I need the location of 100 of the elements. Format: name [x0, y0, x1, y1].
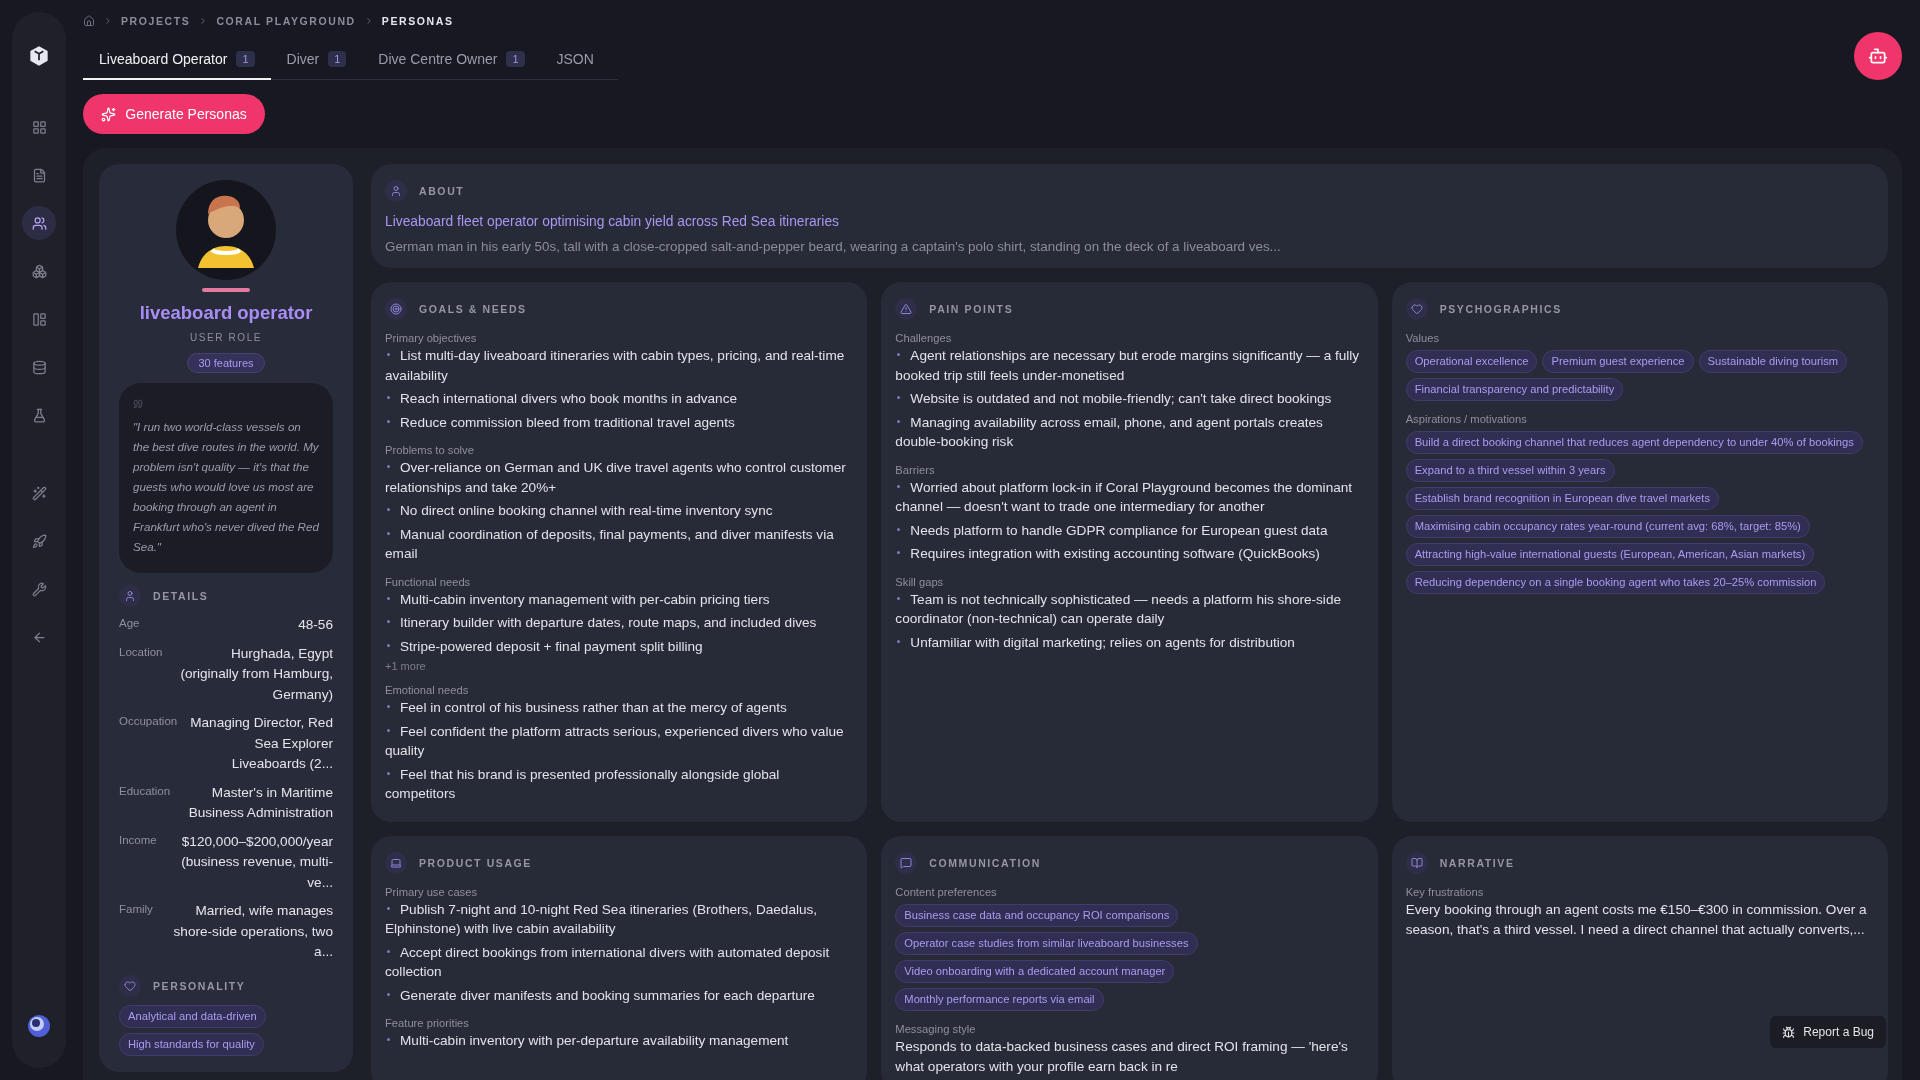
bullet-icon — [897, 396, 901, 400]
list-item: Over-reliance on German and UK dive travel agents who control customer relationships and take 20%+ — [385, 459, 847, 497]
group-label: Skill gaps — [895, 575, 945, 588]
tag: Financial transparency and predictability — [1405, 378, 1624, 401]
list-item: Website is outdated and not mobile-friendly; can't take direct bookings — [895, 389, 1364, 409]
detail-label: Location — [119, 644, 163, 660]
tag: Premium guest experience — [1542, 350, 1694, 373]
detail-value: Master's in Maritime Business Administration — [187, 783, 333, 822]
paragraph: Responds to data-backed business cases and direct ROI framing — 'here's what operators with your profile earn back in re — [895, 1037, 1349, 1076]
bullet-icon — [387, 531, 390, 535]
bullet-icon — [897, 639, 901, 643]
tab[interactable]: JSON — [540, 41, 610, 80]
role-label: USER ROLE — [189, 332, 263, 343]
warning-icon — [895, 298, 918, 320]
about-description: German man in his early 50s, tall with a close-cropped salt-and-pepper beard, wearing a captain's polo shirt, standing on the deck of a liveaboard ves... — [385, 239, 1282, 254]
book-icon — [1405, 851, 1428, 874]
bug-icon — [1782, 1025, 1796, 1039]
bullet-icon — [897, 353, 901, 357]
list-item: Generate diver manifests and booking summaries for each departure — [385, 985, 854, 1005]
group-label: Challenges — [895, 332, 953, 344]
tag: Business case data and occupancy ROI comparisons — [895, 903, 1179, 927]
persona-name: liveaboard operator — [139, 302, 313, 324]
detail-label: Occupation — [119, 714, 178, 729]
list-item: Requires integration with existing accounting software (QuickBooks) — [895, 544, 1364, 564]
group-label: Emotional needs — [385, 684, 470, 696]
section-title: PERSONALITY — [153, 979, 246, 992]
tag: Operator case studies from similar liveaboard businesses — [895, 931, 1198, 955]
breadcrumb-link[interactable]: PROJECTS — [121, 15, 191, 27]
tag: Build a direct booking channel that reduces agent dependency to under 40% of bookings — [1405, 431, 1863, 454]
count-badge: 1 — [328, 51, 347, 67]
list-item: Manual coordination of deposits, final payments, and diver manifests via email — [385, 525, 835, 563]
bullet-icon — [387, 508, 390, 512]
list-item: Multi-cabin inventory with per-departure availability management — [385, 1031, 854, 1051]
section-title: PAIN POINTS — [929, 303, 1014, 315]
tab[interactable]: Diver 1 — [270, 41, 363, 80]
detail-label: Education — [119, 783, 171, 799]
detail-value: Hurghada, Egypt (originally from Hamburg, Germany) — [179, 644, 333, 704]
tag: Monthly performance reports via email — [895, 987, 1104, 1011]
tag: Video onboarding with a dedicated account manager — [895, 959, 1175, 983]
home-icon[interactable] — [83, 15, 95, 27]
tag: Expand to a third vessel within 3 years — [1405, 459, 1615, 482]
bullet-icon — [387, 728, 390, 732]
group-label: Primary use cases — [385, 885, 478, 898]
tag: Establish brand recognition in European dive travel markets — [1405, 487, 1720, 510]
user-icon — [119, 585, 141, 607]
list-item: No direct online booking channel with real-time inventory sync — [385, 501, 854, 521]
list-item: Stripe-powered deposit + final payment split billing — [385, 636, 854, 656]
list-item: Multi-cabin inventory management with per-cabin pricing tiers — [385, 589, 854, 609]
section-title: DETAILS — [153, 590, 209, 602]
detail-value: Managing Director, Red Sea Explorer Liveaboards (2... — [189, 714, 333, 773]
detail-value: 48-56 — [298, 616, 333, 634]
breadcrumb-link[interactable]: CORAL PLAYGROUND — [216, 15, 356, 27]
section-title: ABOUT — [419, 185, 465, 197]
bullet-icon — [897, 484, 901, 488]
group-label: Primary objectives — [385, 332, 478, 344]
group-label: Problems to solve — [385, 444, 475, 456]
about-headline: Liveaboard fleet operator optimising cabin yield across Red Sea itineraries — [385, 214, 840, 229]
bullet-icon — [897, 596, 901, 600]
more-link[interactable]: +1 more — [385, 660, 854, 672]
group-label: Key frustrations — [1405, 885, 1485, 898]
bullet-icon — [387, 596, 390, 600]
bullet-icon — [387, 465, 390, 469]
list-item: Reduce commission bleed from traditional travel agents — [385, 412, 854, 432]
list-item: Managing availability across email, phone, and agent portals creates double-booking risk — [895, 413, 1324, 451]
tag: Maximising cabin occupancy rates year-round (current avg: 68%, target: 85%) — [1405, 515, 1810, 538]
bullet-icon — [897, 551, 901, 555]
robot-icon — [1868, 46, 1888, 66]
bullet-icon — [387, 949, 390, 953]
list-item: Accept direct bookings from international divers with automated deposit collection — [385, 943, 831, 981]
bullet-icon — [897, 419, 901, 423]
list-item: Unfamiliar with digital marketing; relies on agents for distribution — [895, 632, 1364, 652]
group-label: Messaging style — [895, 1022, 977, 1035]
account-avatar-icon[interactable] — [27, 1014, 51, 1038]
list-item: Reach international divers who book months in advance — [385, 389, 854, 409]
generate-button[interactable]: Generate Personas — [83, 94, 265, 134]
robot-button[interactable] — [1854, 32, 1902, 80]
quote-icon — [133, 399, 143, 409]
count-badge: 1 — [236, 51, 255, 67]
chat-icon — [895, 851, 918, 874]
list-item: Feel that his brand is presented professionally alongside global competitors — [385, 765, 781, 803]
list-item: Needs platform to handle GDPR compliance for European guest data — [895, 520, 1364, 540]
breadcrumb-link[interactable]: PERSONAS — [381, 15, 454, 27]
section-title: COMMUNICATION — [929, 856, 1041, 869]
tab[interactable]: Dive Centre Owner 1 — [362, 41, 541, 80]
paragraph: Every booking through an agent costs me €150–€300 in commission. Over a season, that's a third vessel. I need a direct channel that actually converts,... — [1405, 900, 1868, 939]
quote-text: "I run two world-class vessels on the best dive routes in the world. My problem isn't quality — it's that the guests who would love us most are booking through an agent in Frankfurt who's never dived the Red Sea." — [133, 419, 319, 555]
section-title: PRODUCT USAGE — [419, 856, 532, 869]
tab[interactable]: Liveaboard Operator 1 — [83, 41, 271, 80]
section-title: PSYCHOGRAPHICS — [1439, 303, 1562, 315]
group-label: Values — [1405, 332, 1441, 344]
bullet-icon — [387, 620, 390, 624]
report-bug-button[interactable]: Report a Bug — [1770, 1016, 1886, 1048]
group-label: Functional needs — [385, 575, 472, 588]
bullet-icon — [387, 992, 390, 996]
bullet-icon — [897, 527, 901, 531]
users-icon[interactable] — [22, 206, 56, 240]
bullet-icon — [387, 771, 390, 775]
count-badge: 1 — [506, 51, 525, 67]
bullet-icon — [387, 705, 390, 709]
tag: Attracting high-value international guests (European, American, Asian markets) — [1405, 543, 1815, 566]
